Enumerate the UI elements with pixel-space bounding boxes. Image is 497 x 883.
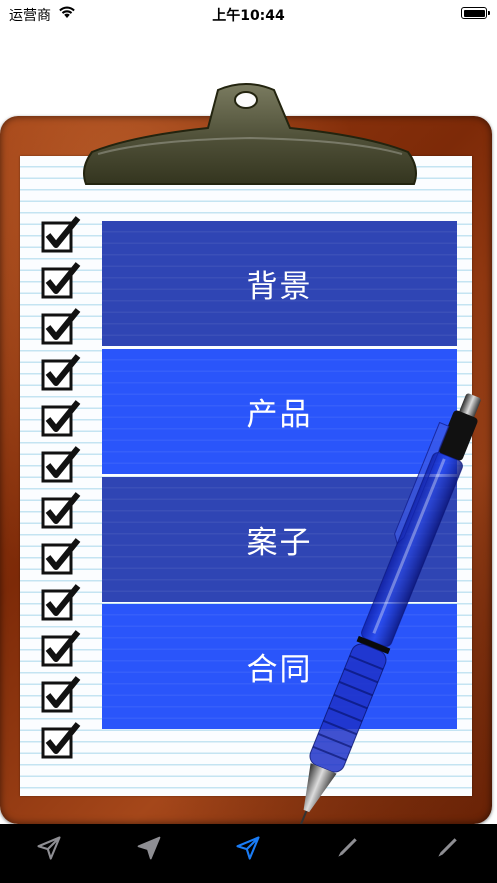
checkbox-checked-icon: [41, 354, 81, 391]
checkbox-checked-icon: [41, 308, 81, 345]
clipboard-clip-icon: [83, 83, 417, 185]
status-time: 上午10:44: [212, 8, 285, 24]
battery-icon: [461, 7, 490, 19]
tab-pencil-1[interactable]: [327, 830, 367, 866]
tab-send-filled[interactable]: [129, 830, 169, 866]
status-bar: 运营商 上午10:44: [0, 0, 497, 26]
send-filled-icon: [137, 836, 161, 860]
tab-send-outline[interactable]: [29, 830, 69, 866]
pencil-icon: [338, 838, 357, 857]
checkbox-checked-icon: [41, 492, 81, 529]
category-menu: 背景 产品 案子 合同: [102, 221, 457, 729]
checkbox-checked-icon: [41, 676, 81, 713]
checkbox-checked-icon: [41, 446, 81, 483]
menu-button-case[interactable]: 案子: [102, 477, 457, 602]
checkbox-checked-icon: [41, 722, 81, 759]
send-outline-icon: [37, 836, 61, 860]
menu-button-background[interactable]: 背景: [102, 221, 457, 346]
tab-send-selected[interactable]: [228, 830, 268, 866]
checkbox-checked-icon: [41, 538, 81, 575]
pencil-icon: [438, 838, 457, 857]
send-outline-icon: [236, 836, 260, 860]
tab-pencil-2[interactable]: [427, 830, 467, 866]
menu-button-product[interactable]: 产品: [102, 349, 457, 474]
checkbox-column: [40, 216, 84, 766]
checkbox-checked-icon: [41, 630, 81, 667]
checkbox-checked-icon: [41, 216, 81, 253]
menu-button-contract[interactable]: 合同: [102, 604, 457, 729]
checkbox-checked-icon: [41, 262, 81, 299]
checkbox-checked-icon: [41, 584, 81, 621]
checkbox-checked-icon: [41, 400, 81, 437]
tab-bar: [0, 824, 497, 883]
